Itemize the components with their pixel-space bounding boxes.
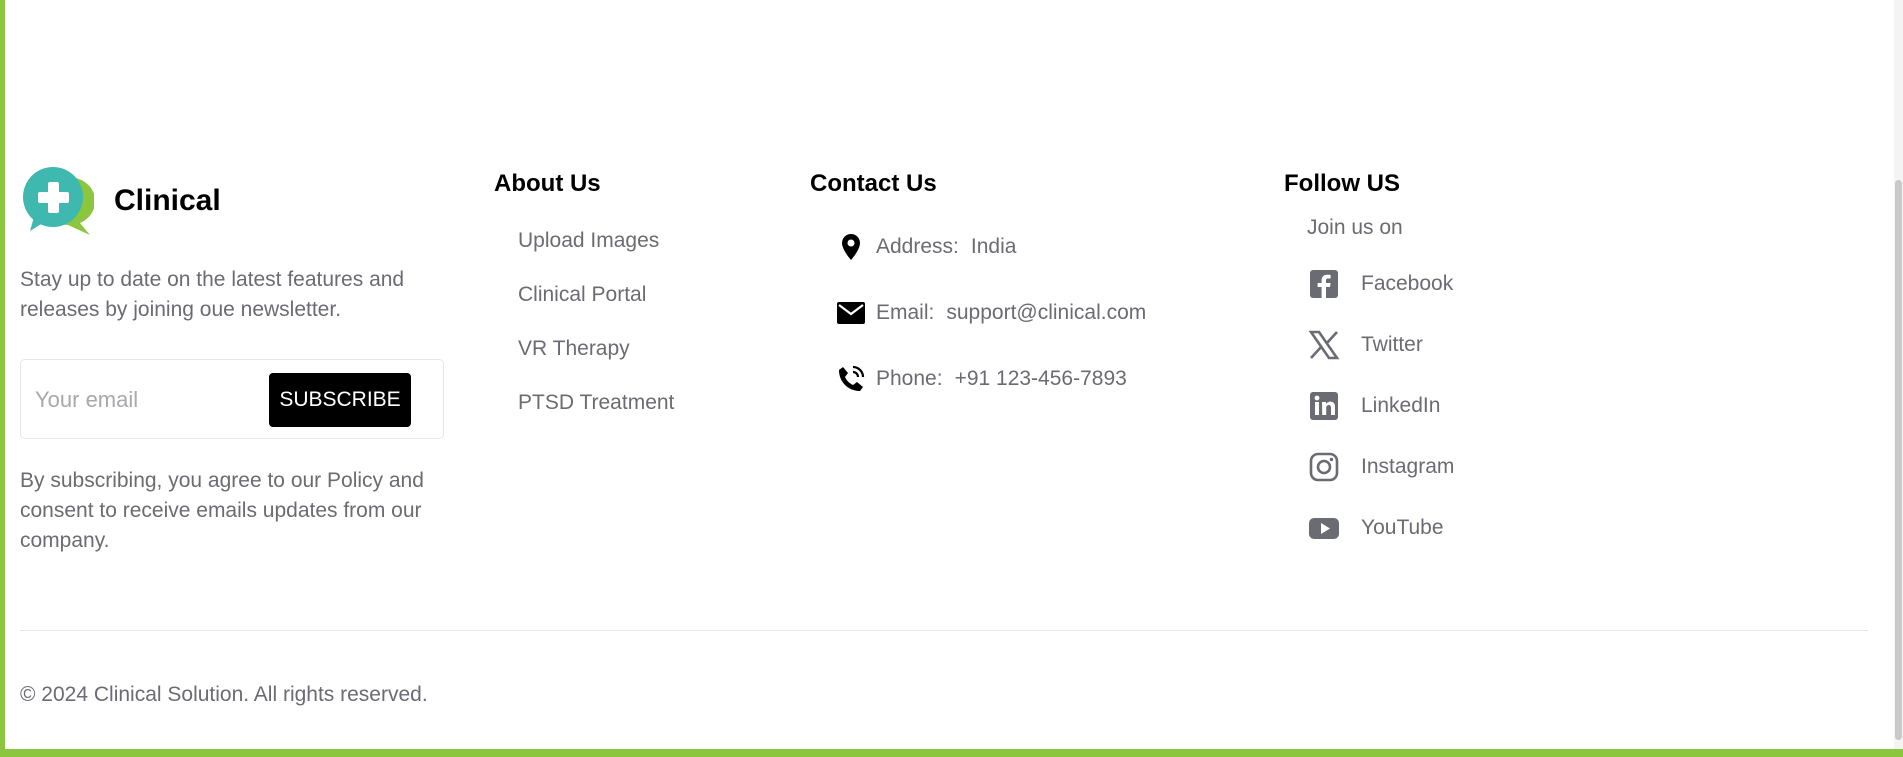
link-vr-therapy[interactable]: VR Therapy <box>518 337 630 361</box>
footer-divider <box>20 630 1868 631</box>
subscribe-form: SUBSCRIBE <box>20 359 444 439</box>
address-label: Address: <box>876 235 959 258</box>
address-value: India <box>970 235 1017 258</box>
email-label: Email: <box>876 301 935 324</box>
accent-border-left <box>0 0 5 757</box>
contact-phone[interactable]: Phone: +91 123-456-7893 <box>836 364 1127 394</box>
about-heading: About Us <box>494 170 601 197</box>
join-text: Join us on <box>1307 216 1403 239</box>
twitter-label: Twitter <box>1361 333 1423 356</box>
link-upload-images[interactable]: Upload Images <box>518 229 659 253</box>
phone-icon <box>836 364 866 394</box>
phone-value[interactable]: +91 123-456-7893 <box>955 367 1127 391</box>
newsletter-description: Stay up to date on the latest features a… <box>20 268 405 321</box>
youtube-icon <box>1307 511 1341 545</box>
copyright-text: © 2024 Clinical Solution. All rights res… <box>20 683 428 706</box>
instagram-icon <box>1307 450 1341 484</box>
email-value[interactable]: support@clinical.com <box>946 301 1146 325</box>
location-pin-icon <box>836 232 866 262</box>
linkedin-icon <box>1307 389 1341 423</box>
link-clinical-portal[interactable]: Clinical Portal <box>518 283 646 307</box>
social-facebook[interactable]: Facebook <box>1307 267 1453 301</box>
vertical-scrollbar[interactable] <box>1894 0 1903 749</box>
facebook-label: Facebook <box>1361 272 1454 295</box>
consent-text: By subscribing, you agree to our Policy … <box>20 469 424 552</box>
follow-heading: Follow US <box>1284 170 1400 197</box>
email-input[interactable] <box>33 380 267 420</box>
scrollbar-thumb[interactable] <box>1895 180 1902 740</box>
envelope-icon <box>836 298 866 328</box>
x-twitter-icon <box>1307 328 1341 362</box>
accent-border-bottom <box>0 749 1903 757</box>
social-twitter[interactable]: Twitter <box>1307 328 1423 362</box>
instagram-label: Instagram <box>1361 455 1455 478</box>
linkedin-label: LinkedIn <box>1361 394 1441 417</box>
contact-email[interactable]: Email: support@clinical.com <box>836 298 1146 328</box>
social-linkedin[interactable]: LinkedIn <box>1307 389 1440 423</box>
brand-name: Clinical <box>114 184 221 217</box>
social-instagram[interactable]: Instagram <box>1307 450 1454 484</box>
social-youtube[interactable]: YouTube <box>1307 511 1444 545</box>
phone-label: Phone: <box>876 367 943 390</box>
brand[interactable]: Clinical <box>20 165 221 237</box>
contact-heading: Contact Us <box>810 170 937 197</box>
clinical-logo-icon <box>23 167 94 235</box>
contact-address: Address: India <box>836 232 1016 262</box>
subscribe-button[interactable]: SUBSCRIBE <box>269 373 411 427</box>
link-ptsd-treatment[interactable]: PTSD Treatment <box>518 391 674 415</box>
facebook-icon <box>1307 267 1341 301</box>
youtube-label: YouTube <box>1361 516 1444 539</box>
